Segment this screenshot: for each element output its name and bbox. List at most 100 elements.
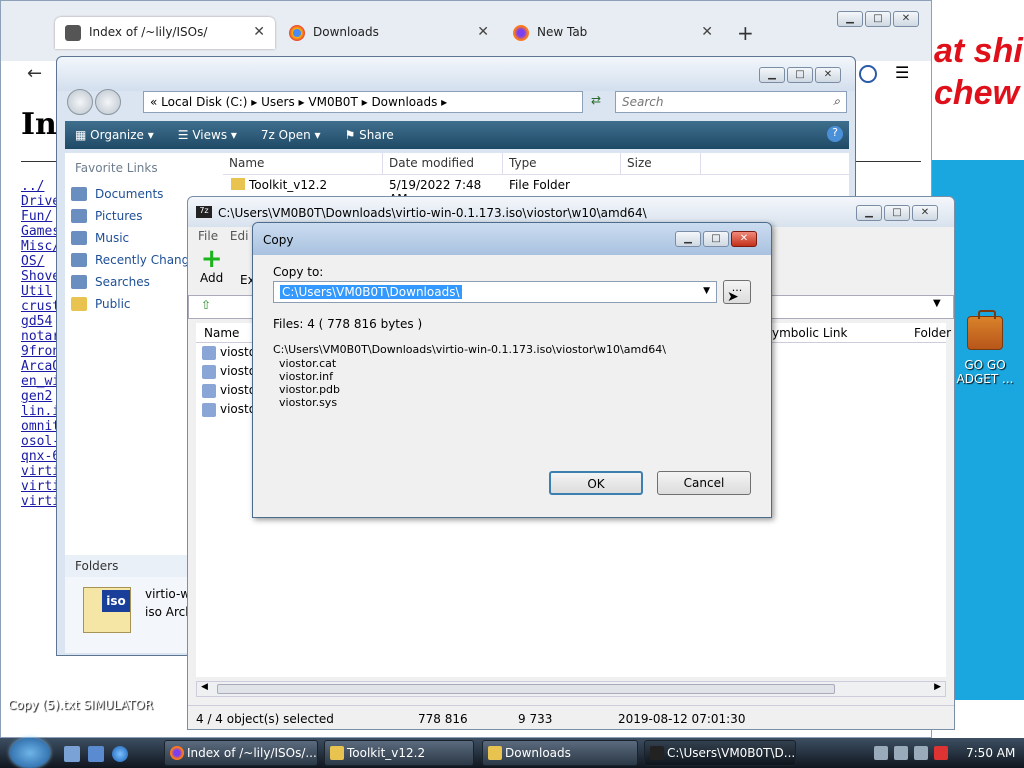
path-dropdown-arrow[interactable]: ▼: [933, 298, 941, 309]
tab-index-of-isos[interactable]: Index of /~lily/ISOs/ ✕: [55, 17, 275, 49]
menu-file[interactable]: File: [198, 229, 218, 243]
address-bar[interactable]: « Local Disk (C:) ▸ Users ▸ VM0B0T ▸ Dow…: [143, 91, 583, 113]
taskbar-7zip[interactable]: C:\Users\VM0B0T\D...: [644, 740, 796, 766]
directory-link[interactable]: virti: [21, 494, 57, 509]
tab-downloads[interactable]: Downloads ✕: [279, 17, 499, 49]
taskbar-toolkit[interactable]: Toolkit_v12.2: [324, 740, 474, 766]
share-button[interactable]: ⚑ Share: [345, 128, 394, 142]
organize-button[interactable]: ▦ Organize ▾: [75, 128, 154, 142]
browser-window-controls: ▁ □ ✕: [837, 11, 919, 27]
folder-icon: [71, 297, 87, 311]
directory-link[interactable]: notar: [21, 329, 57, 344]
directory-link[interactable]: virti: [21, 464, 57, 479]
maximize-icon[interactable]: □: [884, 205, 910, 221]
close-icon[interactable]: ✕: [912, 205, 938, 221]
close-icon[interactable]: ✕: [815, 67, 841, 83]
directory-link[interactable]: gd54: [21, 314, 57, 329]
help-icon[interactable]: ?: [827, 126, 843, 142]
desktop-icon-gadget[interactable]: GO GO ADGET ...: [946, 310, 1024, 386]
breadcrumb-overflow[interactable]: «: [150, 95, 161, 109]
network-icon[interactable]: [874, 746, 888, 760]
add-button[interactable]: + Add: [200, 246, 223, 285]
horizontal-scrollbar[interactable]: ◀ ▶: [196, 681, 946, 697]
close-icon[interactable]: ✕: [731, 231, 757, 247]
directory-link[interactable]: lin.i: [21, 404, 57, 419]
forward-button[interactable]: [95, 89, 121, 115]
close-tab-icon[interactable]: ✕: [701, 24, 713, 40]
monitor-icon[interactable]: [894, 746, 908, 760]
new-tab-icon[interactable]: +: [737, 21, 754, 45]
directory-link[interactable]: Games: [21, 224, 57, 239]
directory-link[interactable]: Util: [21, 284, 57, 299]
directory-link[interactable]: virti: [21, 479, 57, 494]
minimize-icon[interactable]: ▁: [856, 205, 882, 221]
cancel-button[interactable]: Cancel: [657, 471, 751, 495]
internet-explorer-icon[interactable]: [112, 746, 128, 762]
directory-link[interactable]: Misc/: [21, 239, 57, 254]
folder-icon: [488, 746, 502, 760]
breadcrumb-downloads[interactable]: Downloads: [371, 95, 437, 109]
pictures-icon: [71, 209, 87, 223]
directory-link[interactable]: OS/: [21, 254, 57, 269]
directory-link[interactable]: ArcaO: [21, 359, 57, 374]
directory-link-list: ../Drive Fun/Games Misc/OS/Shove Util crust g…: [21, 179, 57, 509]
table-row[interactable]: Toolkit_v12.2 5/19/2022 7:48 AM File Fol…: [223, 175, 849, 206]
recent-icon: [71, 253, 87, 267]
up-folder-icon[interactable]: ⇧: [201, 298, 211, 312]
file-icon: [202, 365, 216, 379]
taskbar-firefox[interactable]: Index of /~lily/ISOs/...: [164, 740, 318, 766]
ok-button[interactable]: OK: [549, 471, 643, 495]
back-button[interactable]: [67, 89, 93, 115]
minimize-icon[interactable]: ▁: [759, 67, 785, 83]
column-symbolic-link[interactable]: ymbolic Link: [772, 326, 847, 340]
directory-link[interactable]: Drive: [21, 194, 57, 209]
destination-combo[interactable]: C:\Users\VM0B0T\Downloads\ ▼: [273, 281, 717, 303]
security-icon[interactable]: [934, 746, 948, 760]
close-tab-icon[interactable]: ✕: [477, 24, 489, 40]
directory-link[interactable]: ../: [21, 179, 57, 194]
show-desktop-icon[interactable]: [64, 746, 80, 762]
refresh-icon[interactable]: ⇄: [591, 93, 601, 107]
maximize-icon[interactable]: □: [865, 11, 891, 27]
directory-link[interactable]: gen2: [21, 389, 57, 404]
column-size[interactable]: Size: [621, 153, 701, 174]
scrollbar-thumb[interactable]: [217, 684, 835, 694]
breadcrumb-vm0b0t[interactable]: VM0B0T: [308, 95, 357, 109]
start-button[interactable]: [10, 738, 50, 768]
tab-new-tab[interactable]: New Tab ✕: [503, 17, 723, 49]
chevron-down-icon[interactable]: ▼: [703, 286, 710, 296]
back-arrow-icon[interactable]: ←: [27, 63, 42, 84]
clock[interactable]: 7:50 AM: [966, 746, 1015, 760]
directory-link[interactable]: en_wi: [21, 374, 57, 389]
minimize-icon[interactable]: ▁: [837, 11, 863, 27]
search-input[interactable]: Search ⌕: [615, 91, 847, 113]
directory-link[interactable]: qnx-6: [21, 449, 57, 464]
search-icon[interactable]: ⌕: [833, 94, 840, 109]
breadcrumb-users[interactable]: Users: [261, 95, 295, 109]
window-switcher-icon[interactable]: [88, 746, 104, 762]
close-icon[interactable]: ✕: [893, 11, 919, 27]
menu-icon[interactable]: ☰: [895, 63, 909, 82]
column-name[interactable]: Name: [223, 153, 383, 174]
open-button[interactable]: 7z Open ▾: [261, 128, 321, 142]
column-type[interactable]: Type: [503, 153, 621, 174]
taskbar-downloads[interactable]: Downloads: [482, 740, 638, 766]
directory-link[interactable]: osol-: [21, 434, 57, 449]
account-icon[interactable]: [859, 65, 877, 83]
breadcrumb-local-disk[interactable]: Local Disk (C:): [161, 95, 247, 109]
directory-link[interactable]: 9fron: [21, 344, 57, 359]
maximize-icon[interactable]: □: [703, 231, 729, 247]
minimize-icon[interactable]: ▁: [675, 231, 701, 247]
maximize-icon[interactable]: □: [787, 67, 813, 83]
column-name[interactable]: Name: [204, 326, 239, 340]
directory-link[interactable]: crust: [21, 299, 57, 314]
menu-edit[interactable]: Edi: [230, 229, 249, 243]
views-button[interactable]: ☰ Views ▾: [178, 128, 237, 142]
column-date[interactable]: Date modified: [383, 153, 503, 174]
column-folder[interactable]: Folder: [914, 326, 951, 340]
volume-muted-icon[interactable]: [914, 746, 928, 760]
directory-link[interactable]: Fun/: [21, 209, 57, 224]
directory-link[interactable]: omnit: [21, 419, 57, 434]
close-tab-icon[interactable]: ✕: [253, 24, 265, 40]
directory-link[interactable]: Shove: [21, 269, 57, 284]
